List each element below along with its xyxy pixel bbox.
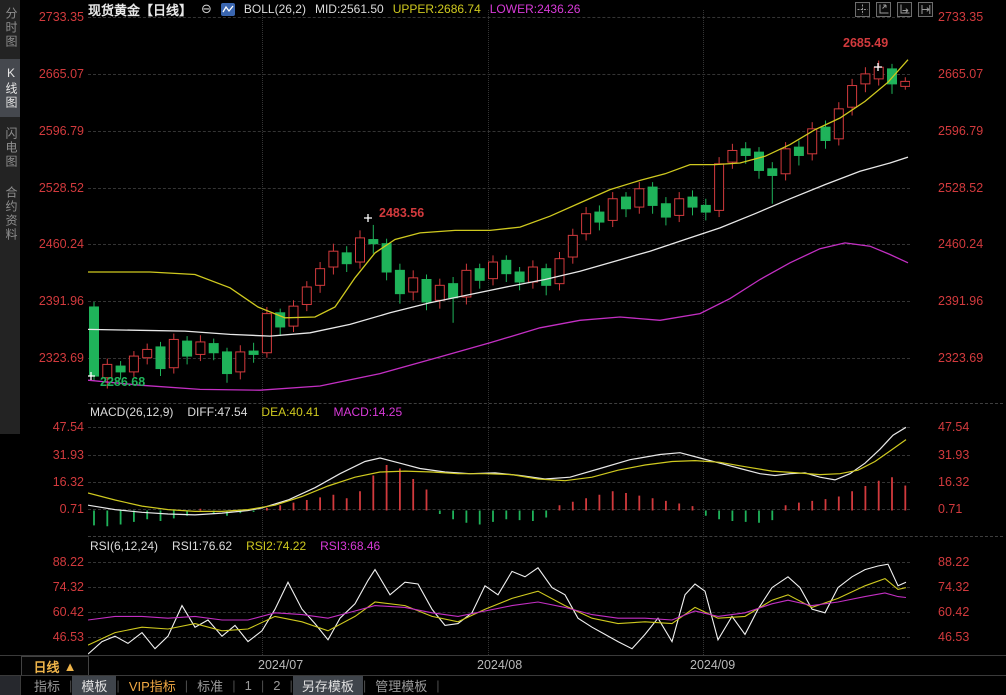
axis-tick-label: 2528.52 xyxy=(938,181,984,195)
toolbar-items: 指标 | 模板 | VIP指标 | 标准 | 1 | 2 | 另存模板 | 管理模板 | xyxy=(21,676,440,695)
price-marker-cross xyxy=(364,214,372,222)
axis-tick-label: 0.71 xyxy=(59,502,84,516)
axis-tick-label: 74.32 xyxy=(938,580,970,594)
axis-tick-label: 31.93 xyxy=(52,448,84,462)
pan-right-icon[interactable] xyxy=(918,2,933,17)
axis-tick-label: 47.54 xyxy=(52,420,84,434)
axis-tick-label: 88.22 xyxy=(938,555,970,569)
annotation-low: 2286.68 xyxy=(100,375,146,389)
axis-tick-label: 60.42 xyxy=(52,605,84,619)
collapse-icon[interactable]: ⊖ xyxy=(201,1,212,17)
rsi3-value: RSI3:68.46 xyxy=(320,539,381,553)
date-label: 2024/07 xyxy=(258,658,304,672)
toolbar-item-save-template[interactable]: 另存模板 xyxy=(292,676,363,695)
axis-tick-label: 2733.35 xyxy=(938,10,984,24)
symbol-title: 现货黄金【日线】 xyxy=(88,2,193,18)
boll-lower-value: LOWER:2436.26 xyxy=(489,2,581,16)
axis-tick-label: 2323.69 xyxy=(938,351,984,365)
toolbar-item-slot2[interactable]: 2 xyxy=(264,676,289,695)
chart-header: 现货黄金【日线】 ⊖ BOLL(26,2) MID:2561.50 UPPER:… xyxy=(88,1,581,18)
axis-tick-label: 2391.96 xyxy=(38,294,84,308)
sidebar-tab-timeline[interactable]: 分时图 xyxy=(0,0,20,56)
axis-tick-label: 16.32 xyxy=(938,475,970,489)
chart-type-sidebar: 分时图 K线图 闪电图 合约资料 xyxy=(0,0,20,434)
macd-dea-value: DEA:40.41 xyxy=(261,405,320,419)
zoom-x-axis-icon[interactable] xyxy=(897,2,912,17)
sidebar-tab-contract-info[interactable]: 合约资料 xyxy=(0,179,20,249)
indicator-chart-icon[interactable] xyxy=(220,2,235,16)
axis-tick-label: 2323.69 xyxy=(38,351,84,365)
period-arrow-icon: ▲ xyxy=(63,658,77,674)
axis-tick-label: 60.42 xyxy=(938,605,970,619)
crosshair-move-icon[interactable] xyxy=(855,2,870,17)
macd-macd-value: MACD:14.25 xyxy=(333,405,403,419)
axis-tick-label: 46.53 xyxy=(52,630,84,644)
toolbar-item-slot1[interactable]: 1 xyxy=(236,676,261,695)
boll-indicator-label: BOLL(26,2) xyxy=(243,2,306,16)
toolbar-item-standard[interactable]: 标准 xyxy=(188,676,232,695)
axis-tick-label: 2596.79 xyxy=(38,124,84,138)
trading-app: { "sidebar": { "tabs": [ {"label": "分时图"… xyxy=(0,0,1006,695)
toolbar-item-templates[interactable]: 模板 xyxy=(72,676,117,695)
axis-tick-label: 2733.35 xyxy=(38,10,84,24)
toolbar-corner-stub xyxy=(0,676,21,695)
sidebar-tab-kline[interactable]: K线图 xyxy=(0,59,20,117)
axis-tick-label: 2460.24 xyxy=(938,237,984,251)
toolbar-item-manage-templates[interactable]: 管理模板 xyxy=(366,676,436,695)
annotation-high: 2685.49 xyxy=(843,36,889,50)
axis-tick-label: 2665.07 xyxy=(38,67,84,81)
period-selector[interactable]: 日线 ▲ xyxy=(21,656,89,676)
boll-upper-value: UPPER:2686.74 xyxy=(392,2,481,16)
zoom-y-axis-icon[interactable] xyxy=(876,2,891,17)
macd-params-label: MACD(26,12,9) xyxy=(90,405,174,419)
axis-tick-label: 2528.52 xyxy=(38,181,84,195)
rsi-label-row: RSI(6,12,24) RSI1:76.62 RSI2:74.22 RSI3:… xyxy=(90,539,380,553)
annotation-swing-high: 2483.56 xyxy=(379,206,425,220)
axis-tick-label: 31.93 xyxy=(938,448,970,462)
axis-tick-label: 2460.24 xyxy=(38,237,84,251)
bottom-toolbar: 指标 | 模板 | VIP指标 | 标准 | 1 | 2 | 另存模板 | 管理模板 | xyxy=(0,675,1006,695)
date-label: 2024/08 xyxy=(477,658,523,672)
candlestick-chart[interactable] xyxy=(88,10,910,403)
toolbar-item-indicators[interactable]: 指标 xyxy=(25,676,69,695)
axis-tick-label: 2665.07 xyxy=(938,67,984,81)
axis-tick-label: 46.53 xyxy=(938,630,970,644)
rsi1-value: RSI1:76.62 xyxy=(172,539,233,553)
axis-tick-label: 2391.96 xyxy=(938,294,984,308)
rsi-panel[interactable] xyxy=(88,537,910,655)
axis-tick-label: 2596.79 xyxy=(938,124,984,138)
macd-diff-value: DIFF:47.54 xyxy=(187,405,248,419)
time-axis-divider xyxy=(0,655,1006,656)
macd-panel[interactable] xyxy=(88,404,910,536)
toolbar-separator: | xyxy=(436,678,440,693)
date-label: 2024/09 xyxy=(690,658,736,672)
period-label: 日线 xyxy=(33,659,60,675)
axis-tick-label: 16.32 xyxy=(52,475,84,489)
rsi-params-label: RSI(6,12,24) xyxy=(90,539,159,553)
axis-tick-label: 0.71 xyxy=(938,502,963,516)
axis-tick-label: 88.22 xyxy=(52,555,84,569)
toolbar-item-vip-indicators[interactable]: VIP指标 xyxy=(120,676,185,695)
axis-tick-label: 74.32 xyxy=(52,580,84,594)
chart-toolbar-icons xyxy=(855,2,933,17)
rsi2-value: RSI2:74.22 xyxy=(246,539,307,553)
boll-mid-value: MID:2561.50 xyxy=(314,2,384,16)
axis-tick-label: 47.54 xyxy=(938,420,970,434)
sidebar-tab-flash[interactable]: 闪电图 xyxy=(0,120,20,176)
macd-label-row: MACD(26,12,9) DIFF:47.54 DEA:40.41 MACD:… xyxy=(90,405,402,419)
